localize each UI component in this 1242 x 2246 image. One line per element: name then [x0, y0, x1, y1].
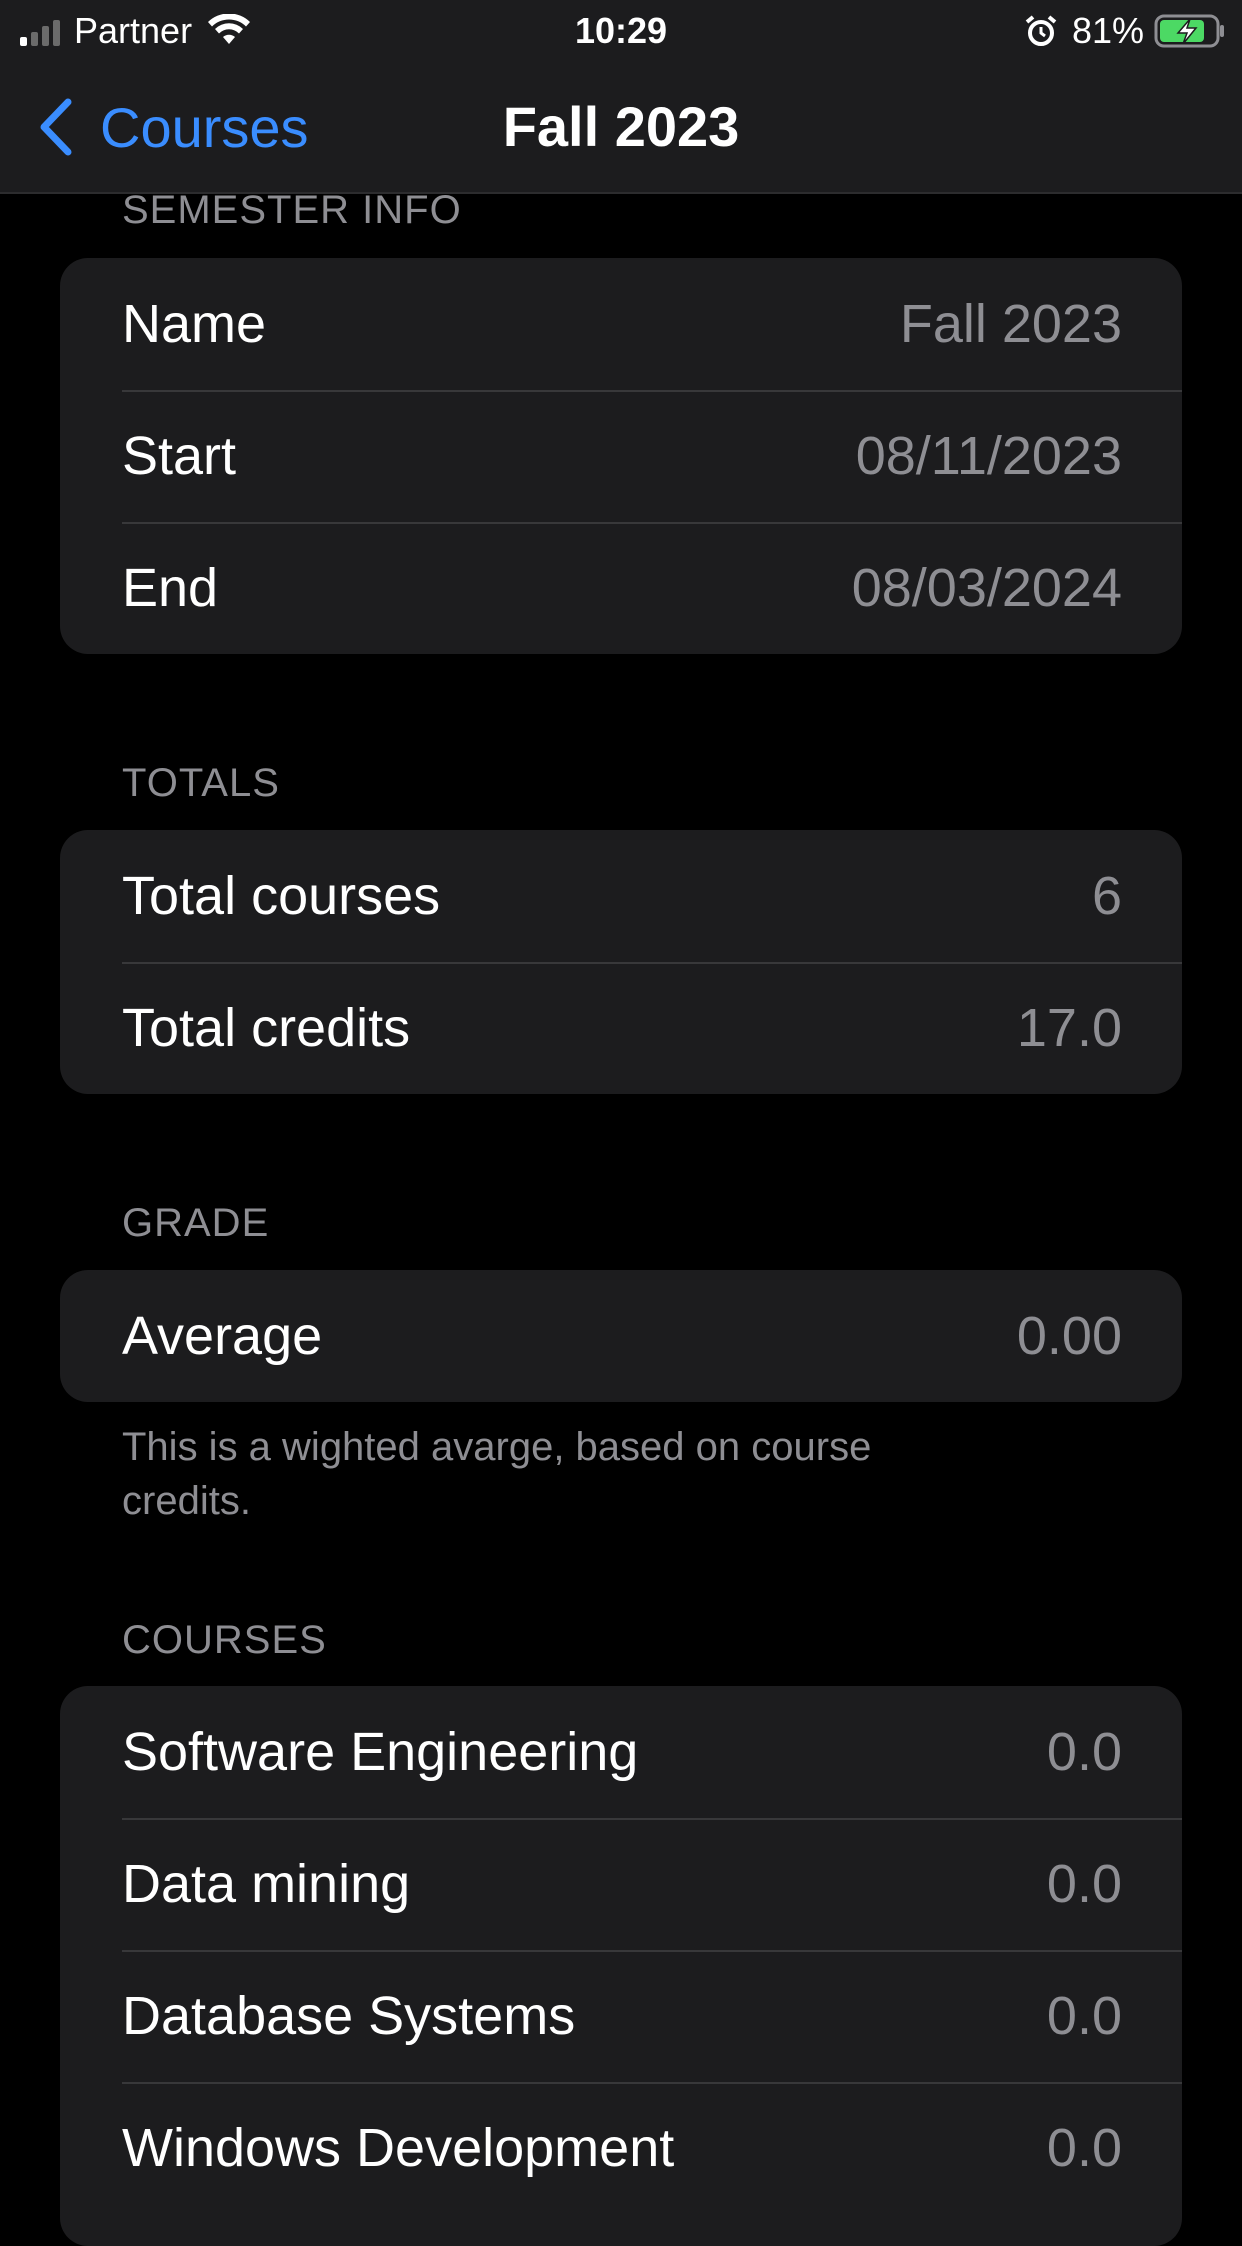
row-label: Total credits: [122, 998, 411, 1058]
course-name: Windows Development: [122, 2118, 675, 2178]
average-row: Average 0.00: [60, 1270, 1182, 1402]
course-name: Data mining: [122, 1854, 411, 1914]
semester-name-row[interactable]: Name Fall 2023: [60, 258, 1182, 390]
course-row[interactable]: Database Systems 0.0: [60, 1950, 1182, 2082]
navigation-bar: Courses Fall 2023: [0, 62, 1242, 194]
course-name: Software Engineering: [122, 1722, 639, 1782]
courses-group: Software Engineering 0.0 Data mining 0.0…: [60, 1686, 1182, 2246]
course-name: Database Systems: [122, 1986, 576, 2046]
row-value: 0.00: [1016, 1306, 1122, 1366]
course-grade: 0.0: [1046, 1986, 1122, 2046]
grade-group: Average 0.00: [60, 1270, 1182, 1402]
row-value: 08/03/2024: [851, 558, 1122, 618]
semester-end-row[interactable]: End 08/03/2024: [60, 522, 1182, 654]
course-row[interactable]: Software Engineering 0.0: [60, 1686, 1182, 1818]
page-title: Fall 2023: [502, 95, 740, 158]
row-label: Average: [122, 1306, 323, 1366]
section-header-courses: COURSES: [122, 1618, 327, 1662]
course-grade: 0.0: [1046, 1722, 1122, 1782]
total-credits-row: Total credits 17.0: [60, 962, 1182, 1094]
battery-charging-icon: [1154, 14, 1224, 48]
row-label: End: [122, 558, 219, 618]
semester-info-group: Name Fall 2023 Start 08/11/2023 End 08/0…: [60, 258, 1182, 654]
section-header-totals: TOTALS: [122, 761, 280, 805]
row-value: 08/11/2023: [855, 426, 1122, 486]
status-right: 81%: [1024, 10, 1226, 52]
row-label: Start: [122, 426, 237, 486]
row-value: 17.0: [1016, 998, 1122, 1058]
course-grade: 0.0: [1046, 1854, 1122, 1914]
total-courses-row: Total courses 6: [60, 830, 1182, 962]
status-bar: Partner 10:29 81%: [0, 0, 1242, 62]
course-grade: 0.0: [1046, 2118, 1122, 2178]
course-row[interactable]: Windows Development 0.0: [60, 2082, 1182, 2214]
totals-group: Total courses 6 Total credits 17.0: [60, 830, 1182, 1094]
row-label: Name: [122, 294, 267, 354]
section-header-semester-info: SEMESTER INFO: [122, 188, 462, 232]
row-value: 6: [1091, 866, 1122, 926]
battery-percent: 81%: [1071, 10, 1144, 51]
course-row[interactable]: Data mining 0.0: [60, 1818, 1182, 1950]
alarm-icon: [1025, 15, 1057, 46]
semester-start-row[interactable]: Start 08/11/2023: [60, 390, 1182, 522]
row-label: Total courses: [122, 866, 441, 926]
section-header-grade: GRADE: [122, 1201, 270, 1245]
row-value: Fall 2023: [899, 294, 1122, 354]
grade-footer-note: This is a wighted avarge, based on cours…: [122, 1425, 872, 1523]
